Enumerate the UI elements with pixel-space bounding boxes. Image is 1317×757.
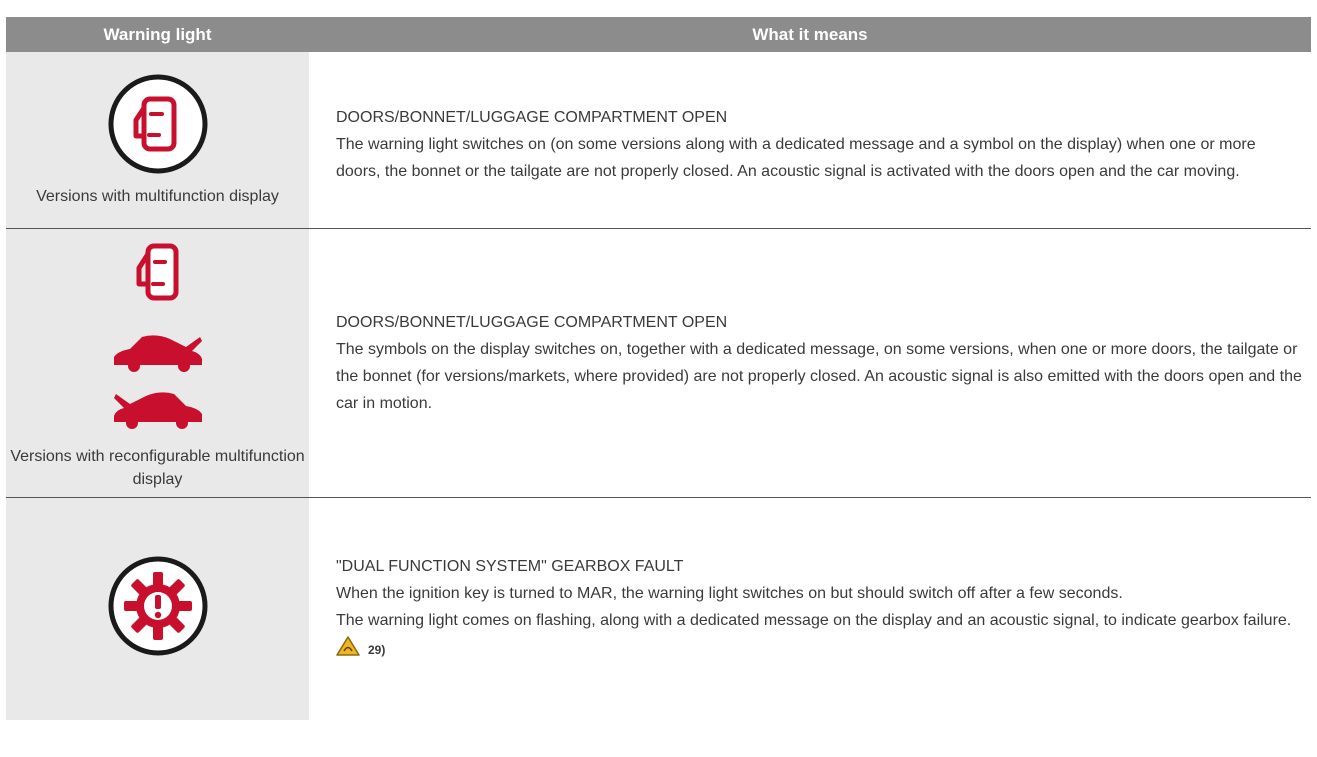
meaning-paragraph: The warning light comes on flashing, alo… (336, 612, 1292, 629)
table-header-row: Warning light What it means (6, 17, 1311, 52)
version-caption: Versions with reconfigurable multifuncti… (10, 447, 305, 488)
manual-page: Warning light What it means Versions wit… (0, 0, 1317, 757)
meaning-cell: DOORS/BONNET/LUGGAGE COMPARTMENT OPEN Th… (309, 228, 1311, 498)
header-warning-light: Warning light (6, 17, 309, 52)
tailgate-open-car-icon (6, 329, 309, 382)
header-what-it-means: What it means (309, 17, 1311, 52)
version-caption: Versions with multifunction display (36, 188, 279, 205)
reference-label: 29) (368, 643, 386, 657)
bonnet-open-car-icon (6, 386, 309, 439)
warning-triangle-icon (336, 636, 360, 665)
meaning-cell: DOORS/BONNET/LUGGAGE COMPARTMENT OPEN Th… (309, 52, 1311, 229)
warning-light-table: Warning light What it means Versions wit… (6, 17, 1311, 720)
warning-reference[interactable]: 29) (336, 636, 1303, 665)
gearbox-fault-icon (6, 554, 309, 665)
meaning-paragraph: The warning light switches on (on some v… (336, 135, 1256, 180)
meaning-cell: "DUAL FUNCTION SYSTEM" GEARBOX FAULT Whe… (309, 498, 1311, 721)
warning-light-cell: Versions with multifunction display (6, 52, 309, 229)
warning-light-cell: Versions with reconfigurable multifuncti… (6, 228, 309, 498)
warning-light-cell (6, 497, 309, 720)
meaning-title: DOORS/BONNET/LUGGAGE COMPARTMENT OPEN (336, 108, 728, 126)
table-row: "DUAL FUNCTION SYSTEM" GEARBOX FAULT Whe… (6, 497, 1311, 721)
door-open-circle-icon (6, 72, 309, 183)
meaning-paragraph: When the ignition key is turned to MAR, … (336, 585, 1123, 602)
table-row: Versions with reconfigurable multifuncti… (6, 228, 1311, 498)
door-open-icon (6, 242, 309, 311)
meaning-title: DOORS/BONNET/LUGGAGE COMPARTMENT OPEN (336, 314, 728, 331)
meaning-title: "DUAL FUNCTION SYSTEM" GEARBOX FAULT (336, 558, 684, 575)
meaning-paragraph: The symbols on the display switches on, … (336, 341, 1302, 412)
table-row: Versions with multifunction display DOOR… (6, 52, 1311, 229)
